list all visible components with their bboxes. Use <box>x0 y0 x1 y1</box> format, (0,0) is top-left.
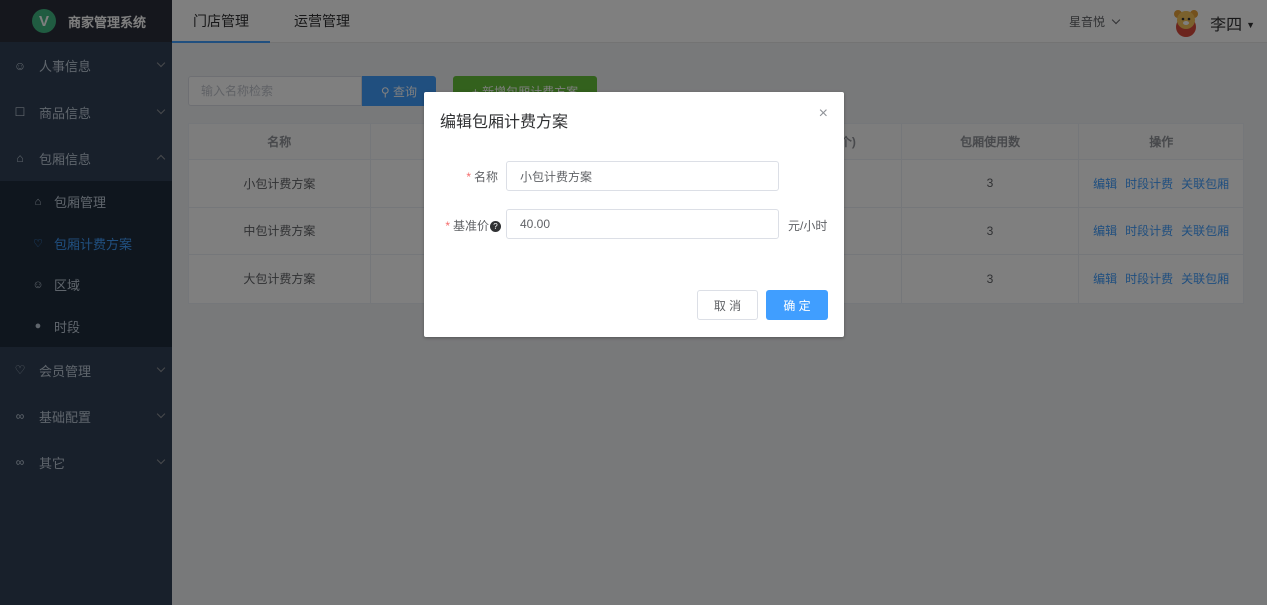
name-label: * 名称 <box>464 168 498 185</box>
base-price-input[interactable] <box>506 209 779 239</box>
help-icon[interactable]: ? <box>490 221 501 232</box>
price-label: * 基准价? <box>441 217 501 234</box>
price-unit: 元/小时 <box>788 219 828 233</box>
required-mark: * <box>466 170 471 184</box>
close-icon[interactable]: × <box>819 106 828 122</box>
required-mark: * <box>445 219 450 233</box>
name-label-text: 名称 <box>473 170 498 184</box>
cancel-button[interactable]: 取 消 <box>697 290 758 320</box>
confirm-button[interactable]: 确 定 <box>766 290 828 320</box>
dialog-title: 编辑包厢计费方案 <box>440 114 569 131</box>
price-label-text: 基准价 <box>452 219 489 233</box>
plan-name-input[interactable] <box>506 161 779 191</box>
edit-plan-dialog: 编辑包厢计费方案 × *名称 *基准价? 元/小时 取 消 确 定 <box>424 92 844 337</box>
